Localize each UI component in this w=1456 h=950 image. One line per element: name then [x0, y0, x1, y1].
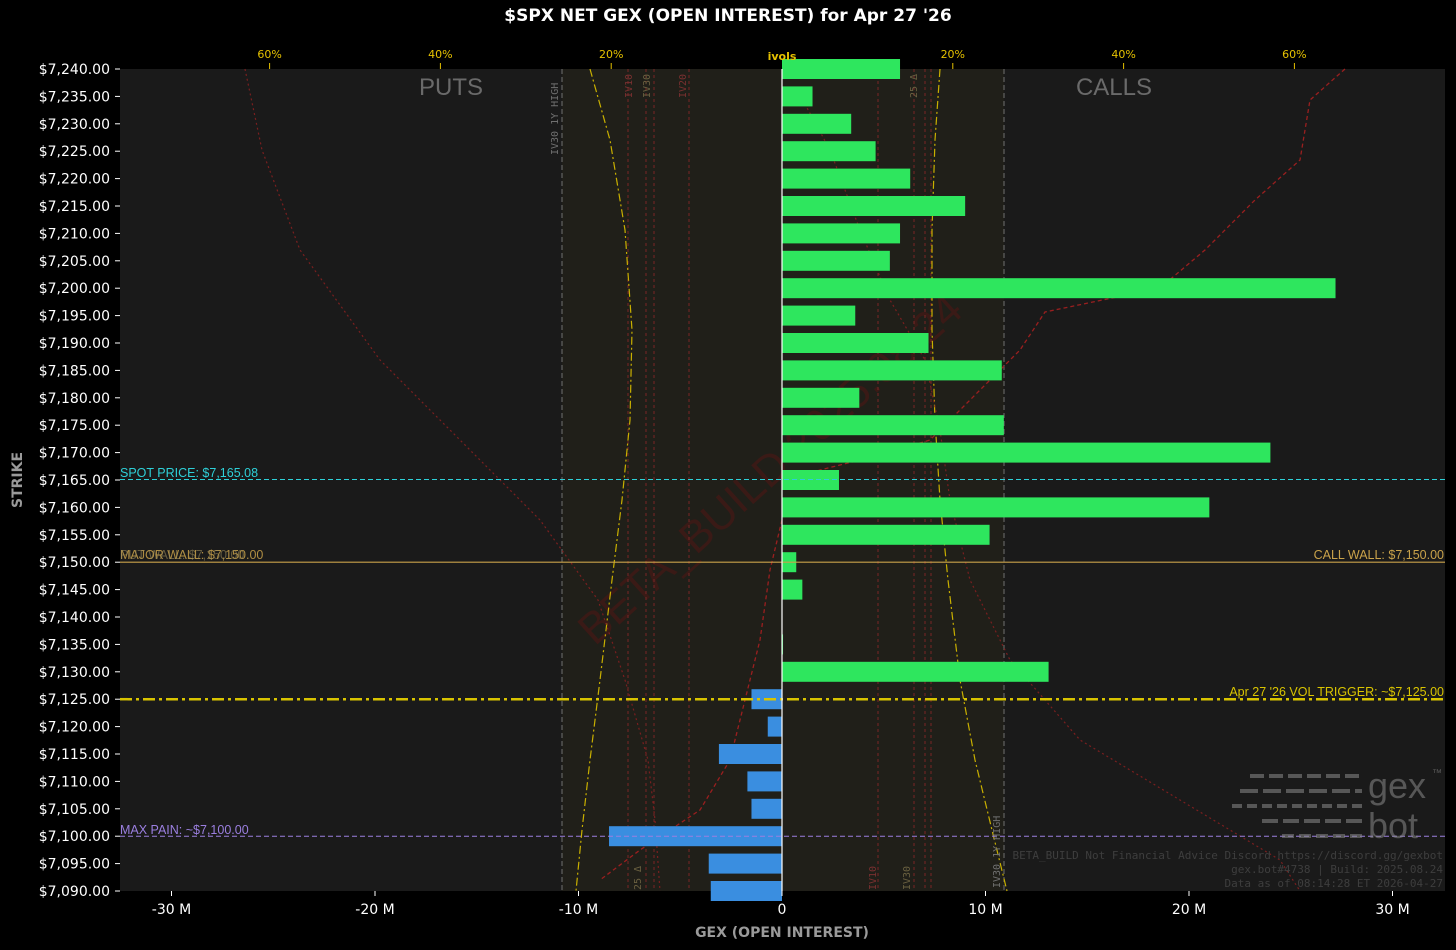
x-tick-label: 20 M: [1172, 902, 1206, 918]
gex-bar-7185: [782, 360, 1002, 381]
y-tick-label: $7,140.00: [39, 610, 110, 626]
gex-bar-7240: [782, 59, 901, 79]
iv10-top-label: IV10: [624, 74, 635, 98]
gex-bar-7235: [782, 86, 813, 107]
y-tick-label: $7,225.00: [39, 144, 110, 160]
y-tick-label: $7,215.00: [39, 199, 110, 215]
gex-bar-7155: [782, 524, 990, 545]
gex-bar-7095: [708, 853, 782, 874]
gex-bar-7175: [782, 415, 1004, 436]
y-tick-label: $7,150.00: [39, 555, 110, 571]
y-tick-label: $7,155.00: [39, 528, 110, 544]
gex-bar-7200: [782, 278, 1336, 299]
gex-chart: BETA_BUILD 2025.08.24 PUTS CALLS IV30 1Y…: [10, 48, 1445, 941]
x-tick-label: 10 M: [968, 902, 1002, 918]
y-tick-label: $7,210.00: [39, 226, 110, 242]
gex-bar-7110: [747, 771, 782, 792]
gex-bar-7220: [782, 168, 911, 189]
logo-word-gex: gex: [1368, 765, 1426, 806]
gex-bar-7210: [782, 223, 901, 244]
footer-line-3: Data as of 08:14:28 ET 2026-04-27: [1224, 877, 1443, 890]
x-axis-label: GEX (OPEN INTEREST): [695, 925, 869, 941]
iv30-bottom-label: IV30: [902, 866, 913, 890]
iv30-1y-high-top-label: IV30 1Y HIGH: [550, 83, 561, 155]
y-tick-label: $7,145.00: [39, 583, 110, 599]
x-tick-label: 30 M: [1375, 902, 1409, 918]
gex-bar-7160: [782, 497, 1210, 518]
x-tick-label: 0: [778, 902, 787, 918]
y-tick-label: $7,200.00: [39, 281, 110, 297]
max-pain-label: MAX PAIN: ~$7,100.00: [120, 823, 249, 837]
y-tick-label: $7,110.00: [39, 774, 110, 790]
gex-bar-7205: [782, 250, 890, 271]
y-tick-label: $7,235.00: [39, 89, 110, 105]
call-wall-label: CALL WALL: $7,150.00: [1314, 548, 1444, 562]
y-tick-label: $7,230.00: [39, 117, 110, 133]
y-tick-label: $7,185.00: [39, 363, 110, 379]
y-tick-label: $7,120.00: [39, 720, 110, 736]
puts-label: PUTS: [419, 74, 483, 101]
x-tick-label: -10 M: [559, 902, 598, 918]
logo-trademark: ™: [1432, 768, 1442, 779]
y-tick-label: $7,125.00: [39, 692, 110, 708]
y-tick-label: $7,165.00: [39, 473, 110, 489]
put-wall-label: PUT WALL: $7,150.00: [120, 548, 244, 562]
y-axis-label: STRIKE: [10, 452, 26, 508]
y-tick-label: $7,190.00: [39, 336, 110, 352]
y-tick-label: $7,135.00: [39, 637, 110, 653]
y-tick-label: $7,105.00: [39, 802, 110, 818]
gex-bar-7115: [718, 744, 782, 764]
gex-bar-7215: [782, 196, 966, 216]
logo-word-bot: bot: [1368, 805, 1418, 846]
iv10-bottom-label: IV10: [868, 866, 879, 890]
gex-bar-7170: [782, 442, 1271, 463]
y-tick-label: $7,195.00: [39, 309, 110, 325]
gex-bar-7130: [782, 661, 1049, 682]
top-tick-label: 20%: [941, 48, 965, 61]
top-tick-label: 40%: [428, 48, 452, 61]
y-tick-label: $7,160.00: [39, 500, 110, 516]
gex-bar-7190: [782, 333, 929, 353]
x-tick-label: -30 M: [152, 902, 191, 918]
y-tick-label: $7,205.00: [39, 254, 110, 270]
gex-bar-7225: [782, 141, 876, 162]
gex-bar-7180: [782, 387, 860, 408]
top-tick-label: 20%: [599, 48, 623, 61]
y-tick-label: $7,100.00: [39, 829, 110, 845]
spot-price-label: SPOT PRICE: $7,165.08: [120, 466, 258, 480]
gex-bar-7090: [710, 881, 782, 901]
delta25-bottom-label: 25 Δ: [633, 866, 644, 890]
y-axis-ticks: $7,240.00 $7,235.00 $7,230.00 $7,225.00 $7,2…: [39, 62, 120, 900]
top-tick-label: 60%: [257, 48, 281, 61]
iv30-top-label: IV30: [642, 74, 653, 98]
top-axis-label: ivols: [768, 50, 797, 63]
calls-label: CALLS: [1076, 74, 1152, 101]
top-tick-label: 60%: [1282, 48, 1306, 61]
footer-line-1: BETA_BUILD Not Financial Advice Discord …: [1013, 849, 1443, 862]
footer-line-2: gex.bot#4738 | Build: 2025.08.24: [1231, 863, 1443, 876]
gex-bar-7230: [782, 113, 852, 134]
gex-bar-7195: [782, 305, 856, 326]
y-tick-label: $7,170.00: [39, 446, 110, 462]
y-tick-label: $7,090.00: [39, 884, 110, 900]
top-tick-label: 40%: [1111, 48, 1135, 61]
y-tick-label: $7,220.00: [39, 172, 110, 188]
y-tick-label: $7,130.00: [39, 665, 110, 681]
gex-bar-7145: [782, 579, 803, 600]
delta25-top-label: 25 Δ: [909, 74, 920, 98]
y-tick-label: $7,240.00: [39, 62, 110, 78]
y-tick-label: $7,175.00: [39, 418, 110, 434]
y-tick-label: $7,180.00: [39, 391, 110, 407]
vol-trigger-label: Apr 27 '26 VOL TRIGGER: ~$7,125.00: [1229, 685, 1444, 699]
x-tick-label: -20 M: [355, 902, 394, 918]
gex-bar-7120: [767, 716, 782, 737]
iv30-1y-high-bottom-label: IV30 1Y HIGH: [992, 816, 1003, 888]
gex-bar-7105: [751, 798, 782, 819]
y-tick-label: $7,115.00: [39, 747, 110, 763]
iv20-top-label: IV20: [678, 74, 689, 98]
y-tick-label: $7,095.00: [39, 857, 110, 873]
